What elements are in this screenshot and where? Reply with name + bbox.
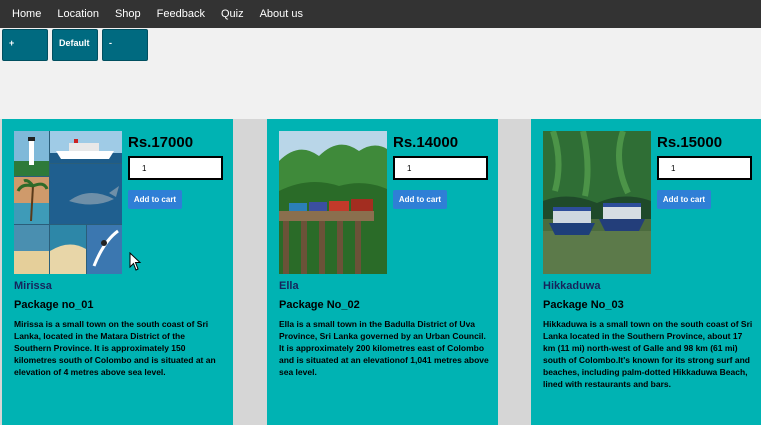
package-description: Hikkaduwa is a small town on the south c… <box>543 319 753 389</box>
place-name[interactable]: Ella <box>279 280 299 292</box>
place-name[interactable]: Hikkaduwa <box>543 280 600 292</box>
nav-shop[interactable]: Shop <box>107 0 149 28</box>
mirissa-collage-image <box>14 131 122 274</box>
zoom-in-button[interactable]: + <box>2 29 48 61</box>
nav-location[interactable]: Location <box>49 0 107 28</box>
package-card-ella: Rs.14000 1 Add to cart Ella Package No_0… <box>267 119 498 425</box>
zoom-default-button[interactable]: Default <box>52 29 98 61</box>
quantity-input[interactable]: 1 <box>657 156 752 180</box>
top-navigation-bar: Home Location Shop Feedback Quiz About u… <box>0 0 761 28</box>
mouse-pointer-icon <box>129 252 142 271</box>
package-title: Package No_02 <box>279 299 360 311</box>
quantity-input[interactable]: 1 <box>393 156 488 180</box>
package-price: Rs.14000 <box>393 134 459 151</box>
add-to-cart-button[interactable]: Add to cart <box>393 190 447 209</box>
add-to-cart-button[interactable]: Add to cart <box>128 190 182 209</box>
package-card-mirissa: Rs.17000 1 Add to cart Mirissa Package n… <box>2 119 233 425</box>
package-card-hikkaduwa: Rs.15000 1 Add to cart Hikkaduwa Package… <box>531 119 761 425</box>
package-price: Rs.17000 <box>128 134 194 151</box>
nav-about-us[interactable]: About us <box>252 0 311 28</box>
zoom-out-button[interactable]: - <box>102 29 148 61</box>
nav-feedback[interactable]: Feedback <box>149 0 213 28</box>
quantity-input[interactable]: 1 <box>128 156 223 180</box>
ella-bridge-image <box>279 131 387 274</box>
place-name[interactable]: Mirissa <box>14 280 52 292</box>
package-title: Package No_03 <box>543 299 624 311</box>
package-description: Mirissa is a small town on the south coa… <box>14 319 216 377</box>
package-description: Ella is a small town in the Badulla Dist… <box>279 319 489 377</box>
hikkaduwa-boats-image <box>543 131 651 274</box>
nav-home[interactable]: Home <box>4 0 49 28</box>
zoom-controls: + Default - <box>2 29 148 61</box>
nav-quiz[interactable]: Quiz <box>213 0 252 28</box>
add-to-cart-button[interactable]: Add to cart <box>657 190 711 209</box>
package-price: Rs.15000 <box>657 134 723 151</box>
package-title: Package no_01 <box>14 299 94 311</box>
